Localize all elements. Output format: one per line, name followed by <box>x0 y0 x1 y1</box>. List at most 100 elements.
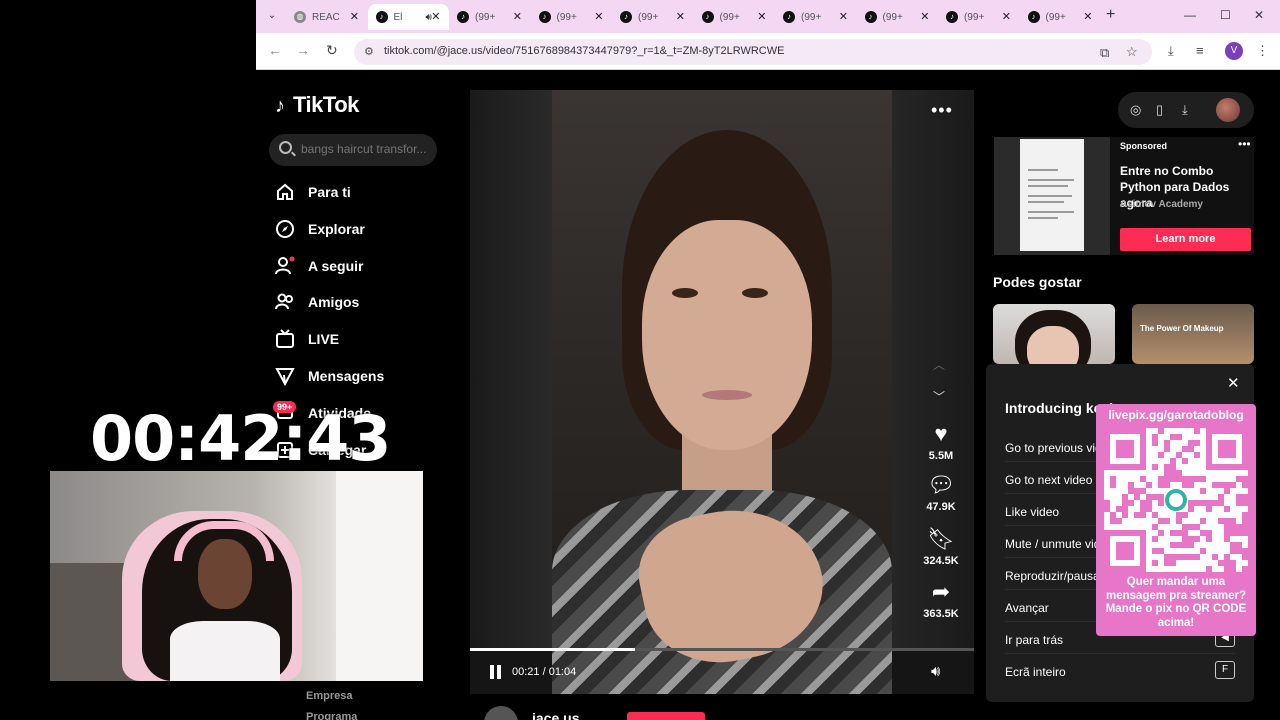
nav-item-amigos[interactable]: Amigos <box>275 290 359 314</box>
tab-label: (99+ <box>1045 11 1066 23</box>
video-player[interactable] <box>470 90 974 694</box>
close-icon[interactable]: ✕ <box>1227 374 1240 392</box>
media-controls-icon[interactable]: ≡ <box>1196 43 1204 58</box>
browser-tab[interactable]: ♪ (99+ ✕ <box>857 4 938 30</box>
tab-close-icon[interactable]: ✕ <box>920 10 929 23</box>
pix-message: Quer mandar uma mensagem pra streamer? M… <box>1105 576 1247 629</box>
nav-label: Mensagens <box>308 368 385 384</box>
device-icon[interactable]: ▯ <box>1156 102 1163 118</box>
nav-item-mensagens[interactable]: Mensagens <box>275 364 384 388</box>
learn-more-button[interactable]: Learn more <box>1120 228 1251 251</box>
browser-tab[interactable]: ♪ El 🔊︎ ✕ <box>367 4 449 30</box>
video-time: 00:21 / 01:04 <box>512 666 577 678</box>
browser-menu-icon[interactable]: ⋮ <box>1256 43 1269 59</box>
search-bar[interactable] <box>269 134 437 166</box>
close-window-button[interactable]: ✕ <box>1254 8 1264 22</box>
thumbnail-caption: The Power Of Makeup <box>1140 324 1224 333</box>
forward-icon[interactable]: → <box>296 42 310 58</box>
tab-close-icon[interactable]: ✕ <box>1002 10 1011 23</box>
tiktok-note-icon: ♪ <box>275 95 285 117</box>
sponsored-ad[interactable]: Sponsored ••• Entre no Combo Python para… <box>994 137 1254 255</box>
new-tab-button[interactable]: + <box>1106 6 1115 24</box>
tiktok-logo[interactable]: ♪ TikTok <box>275 92 359 118</box>
url-field[interactable]: ⚙ tiktok.com/@jace.us/video/751676898437… <box>354 39 1152 65</box>
footer-link-empresa[interactable]: Empresa <box>306 690 352 702</box>
search-input[interactable] <box>301 142 429 156</box>
previous-video-chevron-icon[interactable]: ︿ <box>933 356 945 373</box>
reload-icon[interactable]: ↻ <box>326 42 338 59</box>
bookmark-icon: 🔖︎ <box>927 526 955 551</box>
ad-options-icon[interactable]: ••• <box>1238 137 1251 151</box>
recommended-video-thumbnail[interactable]: The Power Of Makeup <box>1132 304 1254 364</box>
tab-close-icon[interactable]: ✕ <box>839 10 848 23</box>
tiktok-icon: ♪ <box>864 11 877 23</box>
recommendations-heading: Podes gostar <box>993 274 1082 290</box>
tab-strip: ⌄ ◍ REAC ✕ ♪ El 🔊︎ ✕ ♪ (99+ ✕ ♪ (99+ ✕ ♪ (99+ ✕ ♪ (99+ ✕ ♪(… <box>256 0 1280 33</box>
comment-icon: 💬︎ <box>927 472 955 497</box>
stream-timer: 00:42:43 <box>90 402 391 475</box>
next-video-chevron-icon[interactable]: ﹀ <box>933 388 945 405</box>
user-avatar[interactable] <box>1216 98 1240 122</box>
nav-item-a-seguir[interactable]: A seguir <box>275 254 364 278</box>
back-icon[interactable]: ← <box>268 42 282 58</box>
footer-link-programa[interactable]: Programa <box>306 711 357 720</box>
ad-thumbnail <box>994 137 1110 255</box>
tab-close-icon[interactable]: ✕ <box>594 10 603 23</box>
thumbnail-face <box>1027 326 1079 364</box>
save-button[interactable]: 🔖︎ 324.5K <box>917 526 965 568</box>
minimize-button[interactable]: — <box>1184 8 1196 22</box>
browser-tab[interactable]: ♪ (99+ ✕ <box>531 4 612 30</box>
install-app-icon[interactable]: ⧉ <box>1100 45 1109 61</box>
volume-icon[interactable]: 🔊︎ <box>931 663 940 680</box>
tiktok-icon: ♪ <box>701 11 714 23</box>
profile-avatar[interactable]: V <box>1225 42 1243 60</box>
tab-close-icon[interactable]: ✕ <box>513 10 522 23</box>
tab-close-icon[interactable]: ✕ <box>350 10 359 23</box>
recommended-video-thumbnail[interactable] <box>993 304 1115 364</box>
tab-close-icon[interactable]: ✕ <box>431 10 440 23</box>
pause-icon[interactable] <box>488 664 504 680</box>
tab-label: (99+ <box>964 11 985 23</box>
video-progress-bar[interactable] <box>470 648 974 651</box>
bookmark-star-icon[interactable]: ☆ <box>1126 44 1138 60</box>
tab-close-icon[interactable]: ✕ <box>1083 10 1092 23</box>
tab-close-icon[interactable]: ✕ <box>757 10 766 23</box>
browser-tab[interactable]: ◍ REAC ✕ <box>286 4 367 30</box>
video-frame <box>552 90 892 694</box>
nav-item-para-ti[interactable]: Para ti <box>275 180 351 204</box>
nav-item-live[interactable]: LIVE <box>275 327 339 351</box>
comment-button[interactable]: 💬︎ 47.9K <box>917 472 965 514</box>
share-icon: ➦ <box>931 579 951 604</box>
tiktok-icon: ♪ <box>1027 11 1040 23</box>
heart-icon: ♥ <box>934 421 948 446</box>
download-app-icon[interactable]: ⤓ <box>1182 102 1188 118</box>
browser-tab[interactable]: ♪ (99+ ✕ <box>612 4 693 30</box>
nav-label: A seguir <box>308 258 364 274</box>
follow-button[interactable] <box>627 712 705 720</box>
nav-item-explorar[interactable]: Explorar <box>275 217 365 241</box>
compass-small-icon[interactable]: ◎ <box>1130 102 1141 118</box>
author-name[interactable]: jace.us <box>532 710 579 720</box>
messages-icon <box>275 366 295 386</box>
browser-tab[interactable]: ♪ (99+ ✕ <box>1020 4 1101 30</box>
browser-tab[interactable]: ♪ (99+ ✕ <box>449 4 530 30</box>
more-options-icon[interactable]: ••• <box>931 100 953 121</box>
save-count: 324.5K <box>923 555 959 567</box>
nav-label: Para ti <box>308 184 351 200</box>
tab-label: (99+ <box>556 11 577 23</box>
comment-count: 47.9K <box>926 501 956 513</box>
maximize-button[interactable]: ☐ <box>1220 8 1231 22</box>
following-icon <box>275 256 295 276</box>
download-icon[interactable]: ⤓ <box>1168 43 1174 59</box>
browser-tab[interactable]: ♪ (99+ ✕ <box>694 4 775 30</box>
share-button[interactable]: ➦ 363.5K <box>917 579 965 621</box>
site-info-icon[interactable]: ⚙ <box>364 45 374 58</box>
tab-search-chevron-icon[interactable]: ⌄ <box>262 6 282 26</box>
share-count: 363.5K <box>923 608 959 620</box>
author-avatar[interactable] <box>484 706 518 720</box>
browser-tab[interactable]: ♪ (99+ ✕ <box>938 4 1019 30</box>
like-button[interactable]: ♥ 5.5M <box>917 421 965 463</box>
tiktok-icon: ♪ <box>457 11 469 23</box>
tab-close-icon[interactable]: ✕ <box>676 10 685 23</box>
browser-tab[interactable]: ♪ (99+ ✕ <box>775 4 856 30</box>
